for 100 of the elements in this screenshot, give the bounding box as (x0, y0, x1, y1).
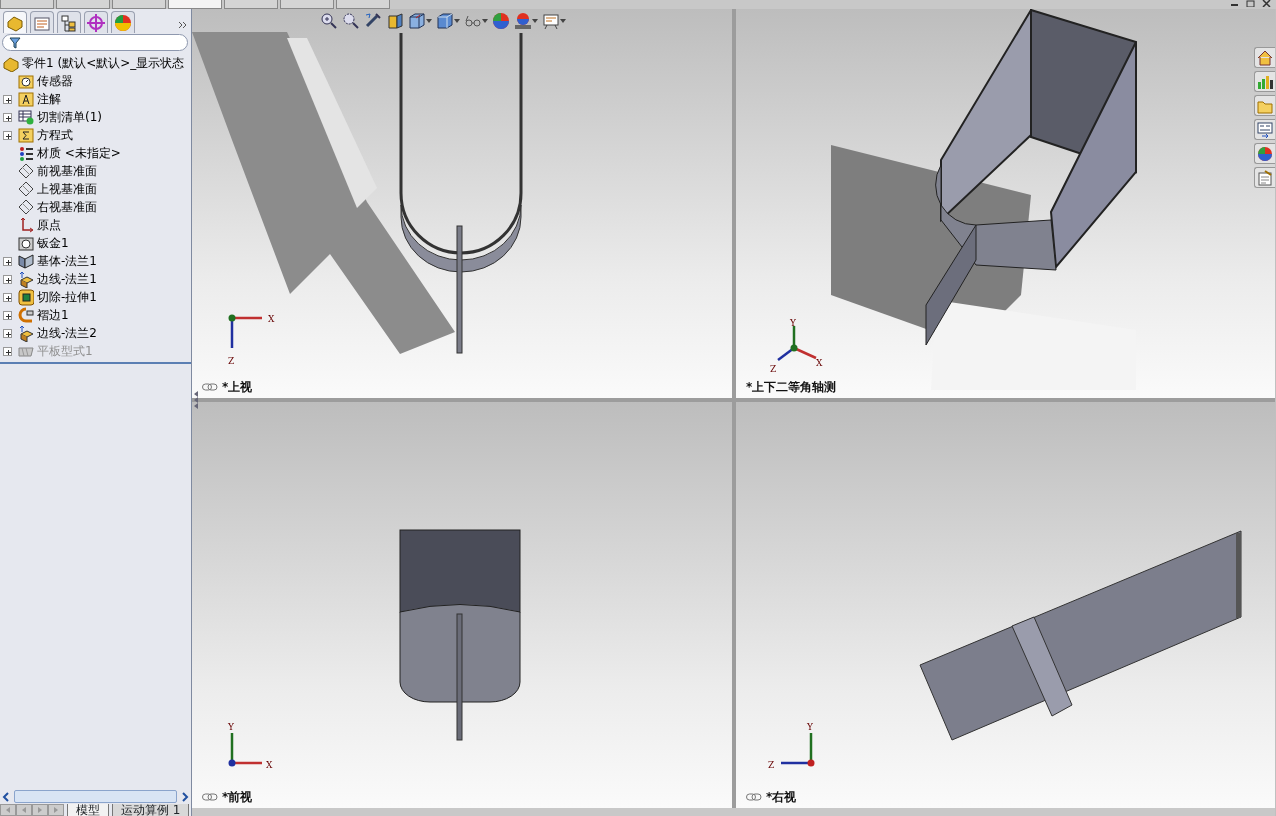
panel-tab[interactable] (3, 11, 27, 33)
color-ball-icon[interactable] (492, 12, 510, 30)
view-palette-icon (1256, 120, 1274, 139)
axis-triad-drawing (781, 733, 815, 767)
task-pane-tab[interactable] (1254, 143, 1275, 164)
caret-icon[interactable] (426, 19, 432, 23)
tree-item-label[interactable]: 钣金1 (37, 234, 69, 252)
cut-list-icon (18, 108, 34, 126)
axis-label: Z (770, 364, 777, 374)
annotation-folder-icon (18, 90, 34, 108)
expand-chevron-icon[interactable] (178, 19, 188, 30)
configuration-icon (59, 12, 79, 33)
axis-label: X (268, 314, 275, 324)
view-name: *上视 (222, 379, 253, 396)
gauge-icon (18, 72, 34, 90)
task-pane-tab[interactable] (1254, 47, 1275, 68)
close-icon[interactable] (1262, 0, 1272, 7)
panel-tab[interactable] (57, 11, 81, 33)
display-style-icon[interactable] (436, 12, 454, 30)
tree-item-label[interactable]: 注解 (37, 90, 61, 108)
tree-item-label[interactable]: 基体-法兰1 (37, 252, 97, 270)
caret-icon[interactable] (454, 19, 460, 23)
axis-label: X (266, 760, 273, 770)
bottom-tab[interactable]: 模型 (67, 804, 109, 816)
expand-toggle-icon[interactable] (3, 130, 12, 140)
link-icon[interactable] (202, 383, 218, 391)
edge-flange-icon (18, 270, 34, 288)
view-settings-icon[interactable] (542, 12, 560, 30)
tree-item-label[interactable]: 零件1 (默认<默认>_显示状态 (22, 54, 185, 72)
tree-item-label[interactable]: 切除-拉伸1 (37, 288, 97, 306)
previous-view-icon[interactable] (364, 12, 382, 30)
view-name: *前视 (222, 789, 253, 806)
command-tab[interactable] (168, 0, 222, 9)
expand-toggle-icon[interactable] (3, 310, 12, 320)
restore-icon[interactable] (1246, 0, 1256, 7)
panel-tab[interactable] (111, 11, 135, 33)
panel-tab[interactable] (30, 11, 54, 33)
zoom-fit-icon[interactable] (320, 12, 338, 30)
tree-item-label[interactable]: 上视基准面 (37, 180, 97, 198)
expand-toggle-icon[interactable] (3, 274, 12, 284)
scene-icon[interactable] (514, 12, 532, 30)
filter-icon (9, 36, 21, 49)
axis-label: Y (228, 722, 234, 732)
bottom-tab[interactable]: 运动算例 1 (112, 804, 190, 816)
tree-item-label[interactable]: 边线-法兰2 (37, 324, 97, 342)
viewport[interactable]: Y Z X *上下二等角轴测 (736, 9, 1275, 398)
house-icon (1256, 48, 1274, 67)
collapse-handle-icon[interactable] (193, 389, 199, 411)
tree-item-label[interactable]: 切割清单(1) (37, 108, 102, 126)
caret-icon[interactable] (532, 19, 538, 23)
axis-triad-drawing (228, 733, 262, 767)
origin-icon (18, 216, 34, 234)
viewport[interactable]: Y Z *右视 (736, 402, 1275, 808)
axis-label: Y (807, 722, 813, 732)
scrollbar-thumb[interactable] (14, 790, 177, 803)
tree-item-label[interactable]: 前视基准面 (37, 162, 97, 180)
section-view-icon[interactable] (386, 12, 404, 30)
view-orientation-icon[interactable] (408, 12, 426, 30)
extruded-cut-icon (18, 288, 34, 306)
axis-label: Z (768, 760, 775, 770)
expand-toggle-icon[interactable] (3, 112, 12, 122)
task-pane-tab[interactable] (1254, 71, 1275, 92)
viewport[interactable]: X Z *上视 (192, 9, 732, 398)
panel-tab[interactable] (84, 11, 108, 33)
plane-icon (18, 198, 34, 216)
axis-triad-drawing (777, 326, 817, 361)
expand-toggle-icon[interactable] (3, 256, 12, 266)
expand-toggle-icon[interactable] (3, 328, 12, 338)
scroll-right-icon[interactable] (180, 789, 190, 804)
tree-item-label[interactable]: 右视基准面 (37, 198, 97, 216)
zoom-area-icon[interactable] (342, 12, 360, 30)
crosshair-icon (86, 12, 106, 33)
link-icon[interactable] (746, 793, 762, 801)
equation-folder-icon (18, 126, 34, 144)
axis-label: X (816, 358, 823, 368)
expand-toggle-icon[interactable] (3, 94, 12, 104)
plane-icon (18, 162, 34, 180)
scroll-left-icon[interactable] (1, 789, 11, 804)
tree-item-label[interactable]: 边线-法兰1 (37, 270, 97, 288)
plane-icon (18, 180, 34, 198)
tree-item-label[interactable]: 材质 <未指定> (37, 144, 121, 162)
expand-toggle-icon[interactable] (3, 292, 12, 302)
tree-item-label[interactable]: 褶边1 (37, 306, 69, 324)
axis-triad-drawing (228, 314, 262, 348)
filter-field[interactable] (2, 34, 188, 51)
material-icon (18, 144, 34, 162)
link-icon[interactable] (202, 793, 218, 801)
tree-item-label[interactable]: 原点 (37, 216, 61, 234)
axis-label: Z (228, 356, 235, 366)
caret-icon[interactable] (482, 19, 488, 23)
axis-label: Y (790, 318, 796, 328)
color-ball-icon (1256, 144, 1274, 163)
sheet-metal-icon (18, 234, 34, 252)
tree-item-label[interactable]: 传感器 (37, 72, 73, 90)
tree-item-label[interactable]: 方程式 (37, 126, 73, 144)
caret-icon[interactable] (560, 19, 566, 23)
viewport[interactable]: Y X *前视 (192, 402, 732, 808)
edge-flange-icon (18, 324, 34, 342)
custom-properties-icon (1256, 168, 1274, 187)
color-ball-icon (113, 12, 133, 33)
